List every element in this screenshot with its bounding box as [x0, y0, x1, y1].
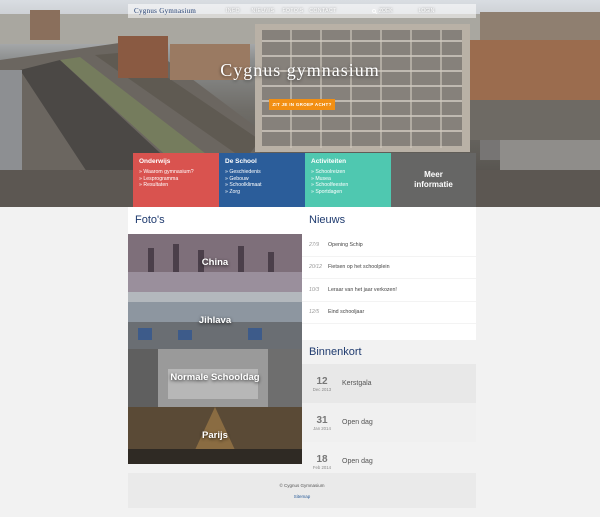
news-item[interactable]: 12/5 Eind schooljaar	[302, 302, 476, 324]
tile-link[interactable]: Schoolfeesten	[311, 182, 385, 189]
news-title[interactable]: Fietsen op het schoolplein	[328, 264, 390, 270]
news-date: 27/9	[309, 241, 320, 248]
tile-title[interactable]: Onderwijs	[139, 158, 213, 165]
agenda-item[interactable]: 12 Dec 2013 Kerstgala	[302, 364, 476, 403]
tile-link[interactable]: Lesprogramma	[139, 176, 213, 183]
photo-album-normale-schooldag[interactable]: Normale Schooldag	[128, 349, 302, 407]
tile-de-school[interactable]: De School Geschiedenis Gebouw Schoolklim…	[219, 153, 305, 207]
agenda-title[interactable]: Kerstgala	[342, 380, 372, 387]
login-link[interactable]: LOGIN	[419, 8, 435, 14]
agenda-title[interactable]: Open dag	[342, 458, 373, 465]
tile-title[interactable]: Activiteiten	[311, 158, 385, 165]
main-nav: INFO NIEUWS FOTO'S CONTACT	[218, 8, 338, 14]
photo-album-parijs[interactable]: Parijs	[128, 406, 302, 464]
agenda-month: Jan 2014	[313, 425, 331, 431]
tile-link[interactable]: Gebouw	[225, 176, 299, 183]
tile-meer-informatie[interactable]: Meer informatie	[391, 153, 476, 207]
agenda-day: 12	[316, 375, 328, 387]
news-title[interactable]: Eind schooljaar	[328, 309, 364, 315]
news-item[interactable]: 10/3 Leraar van het jaar verkozen!	[302, 279, 476, 302]
photo-label: China	[201, 257, 229, 268]
nav-item-info[interactable]: INFO	[218, 8, 248, 14]
nav-item-fotos[interactable]: FOTO'S	[278, 8, 308, 14]
news-title[interactable]: Leraar van het jaar verkozen!	[328, 287, 397, 293]
agenda-month: Feb 2014	[312, 464, 332, 470]
nav-item-nieuws[interactable]: NIEUWS	[248, 8, 278, 14]
footer: © Cygnus Gymnasium Sitemap	[128, 473, 476, 508]
photo-label: Jihlava	[198, 314, 232, 326]
tile-link[interactable]: Waarom gymnasium?	[139, 169, 213, 176]
news-item[interactable]: 27/9 Opening Schip	[302, 234, 476, 257]
news-date: 20/12	[309, 264, 322, 271]
news-title[interactable]: Opening Schip	[328, 242, 363, 248]
group-eight-cta-button[interactable]: ZIT JE IN GROEP ACHT?	[269, 99, 335, 110]
agenda-month: Dec 2013	[312, 386, 332, 392]
photos-heading[interactable]: Foto's	[128, 207, 302, 234]
tile-title-line: Meer	[424, 170, 443, 179]
category-tiles: Onderwijs Waarom gymnasium? Lesprogramma…	[133, 153, 476, 207]
tile-link[interactable]: Zorg	[225, 189, 299, 196]
news-section: Nieuws 27/9 Opening Schip 20/12 Fietsen …	[302, 207, 476, 481]
top-navigation-bar: Cygnus Gymnasium INFO NIEUWS FOTO'S CONT…	[128, 4, 476, 18]
search-icon	[372, 8, 377, 14]
news-item[interactable]: 20/12 Fietsen op het schoolplein	[302, 257, 476, 279]
agenda-day: 18	[316, 453, 328, 465]
photo-label: Parijs	[202, 429, 228, 441]
tile-title-line: informatie	[414, 180, 453, 189]
hero-title: Cygnus gymnasium	[220, 60, 380, 80]
tile-title: Meer informatie	[414, 170, 453, 190]
photo-album-jihlava[interactable]: Jihlava	[128, 291, 302, 349]
tile-link[interactable]: Resultaten	[139, 182, 213, 189]
nav-item-contact[interactable]: CONTACT	[308, 8, 338, 14]
tile-link[interactable]: Musea	[311, 176, 385, 183]
main-content: Foto's China Jihlava Normale Schooldag P…	[128, 207, 476, 481]
photo-album-china[interactable]: China	[128, 234, 302, 292]
tile-link[interactable]: Schoolklimaat	[225, 182, 299, 189]
news-heading[interactable]: Nieuws	[302, 207, 476, 234]
tile-onderwijs[interactable]: Onderwijs Waarom gymnasium? Lesprogramma…	[133, 153, 219, 207]
agenda-title[interactable]: Open dag	[342, 419, 373, 426]
agenda-item[interactable]: 31 Jan 2014 Open dag	[302, 403, 476, 442]
agenda-day: 31	[316, 414, 328, 426]
tile-title[interactable]: De School	[225, 158, 299, 165]
news-date: 10/3	[309, 286, 320, 293]
search-label: ZOEK	[379, 8, 393, 14]
agenda-heading[interactable]: Binnenkort	[302, 340, 476, 364]
tile-activiteiten[interactable]: Activiteiten Schoolreizen Musea Schoolfe…	[305, 153, 391, 207]
agenda-date: 12 Dec 2013	[302, 376, 342, 392]
hero-banner: Cygnus Gymnasium INFO NIEUWS FOTO'S CONT…	[0, 0, 600, 207]
photo-label: Normale Schooldag	[170, 372, 260, 383]
tile-link[interactable]: Schoolreizen	[311, 169, 385, 176]
sitemap-link[interactable]: Sitemap	[128, 494, 476, 499]
photos-section: Foto's China Jihlava Normale Schooldag P…	[128, 207, 302, 464]
news-date: 12/5	[309, 309, 320, 316]
tile-link[interactable]: Geschiedenis	[225, 169, 299, 176]
copyright-text: © Cygnus Gymnasium	[279, 483, 325, 488]
tile-link[interactable]: Sportdagen	[311, 189, 385, 196]
agenda-date: 18 Feb 2014	[302, 454, 342, 470]
news-list: 27/9 Opening Schip 20/12 Fietsen op het …	[302, 234, 476, 324]
site-logo[interactable]: Cygnus Gymnasium	[134, 7, 218, 15]
search-button[interactable]: ZOEK	[372, 8, 393, 14]
agenda-date: 31 Jan 2014	[302, 415, 342, 431]
